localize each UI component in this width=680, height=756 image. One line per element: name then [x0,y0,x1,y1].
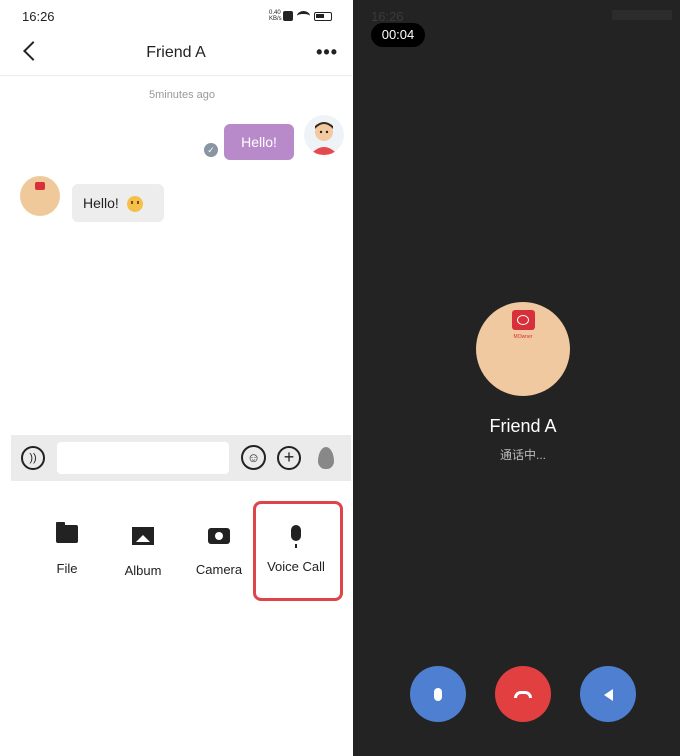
tray-album-label: Album [124,563,162,578]
friend-avatar[interactable] [20,176,60,216]
brand-logo-icon [512,310,535,330]
microphone-icon [434,688,442,702]
avatar-logo-text: MOwner [513,334,533,340]
status-time: 16:26 [371,9,404,24]
voice-input-icon[interactable]: )) [21,446,45,470]
voice-call-screen: 16:26 00:04 MOwner Friend A 通话中... [353,0,680,756]
chat-title: Friend A [146,44,206,61]
tray-album-button[interactable]: Album [103,527,183,578]
tray-file-label: File [56,561,78,576]
chat-screen: 16:26 0.40 KB/s Friend A ••• 5minutes ag… [0,0,352,756]
call-status: 通话中... [499,448,546,462]
tray-file-button[interactable]: File [27,522,107,576]
caller-name: Friend A [489,416,557,436]
message-input[interactable] [57,442,229,474]
status-bar: 16:26 0.40 KB/s [0,0,352,30]
speaker-icon [603,688,613,701]
brand-logo-icon [35,182,45,190]
folder-icon [56,522,78,543]
input-bar: )) ☺ + [11,435,351,481]
friend-message-text: Hello! [83,195,119,211]
wifi-icon [297,11,310,21]
speaker-button[interactable] [580,666,636,722]
person-avatar-icon [310,122,338,155]
burn-after-reading-icon[interactable] [315,445,337,471]
tray-camera-label: Camera [195,562,243,577]
call-timer: 00:04 [371,23,425,47]
image-icon [132,527,154,545]
smile-emoji-icon [126,196,143,213]
chat-header: Friend A ••• [0,32,352,76]
tray-camera-button[interactable]: Camera [179,528,259,577]
status-icons: 0.40 KB/s [269,10,332,22]
more-options-icon[interactable]: ••• [316,42,338,63]
voice-call-highlight [253,501,343,601]
read-receipt-icon: ✓ [204,143,218,157]
phone-hangup-icon [514,691,532,699]
mute-button[interactable] [410,666,466,722]
emoji-icon[interactable]: ☺ [241,445,266,470]
my-avatar[interactable] [304,115,344,155]
battery-icon [314,11,332,21]
caller-avatar: MOwner [476,302,570,396]
my-message-bubble[interactable]: Hello! [224,124,294,160]
network-speed: 0.40 KB/s [269,10,282,22]
camera-icon [208,528,230,544]
hang-up-button[interactable] [495,666,551,722]
friend-message-bubble[interactable]: Hello! [72,184,164,222]
message-timestamp: 5minutes ago [148,89,216,101]
status-time: 16:26 [22,9,55,24]
status-icons [612,10,672,20]
sim-icon [283,11,293,21]
plus-icon[interactable]: + [277,446,301,470]
